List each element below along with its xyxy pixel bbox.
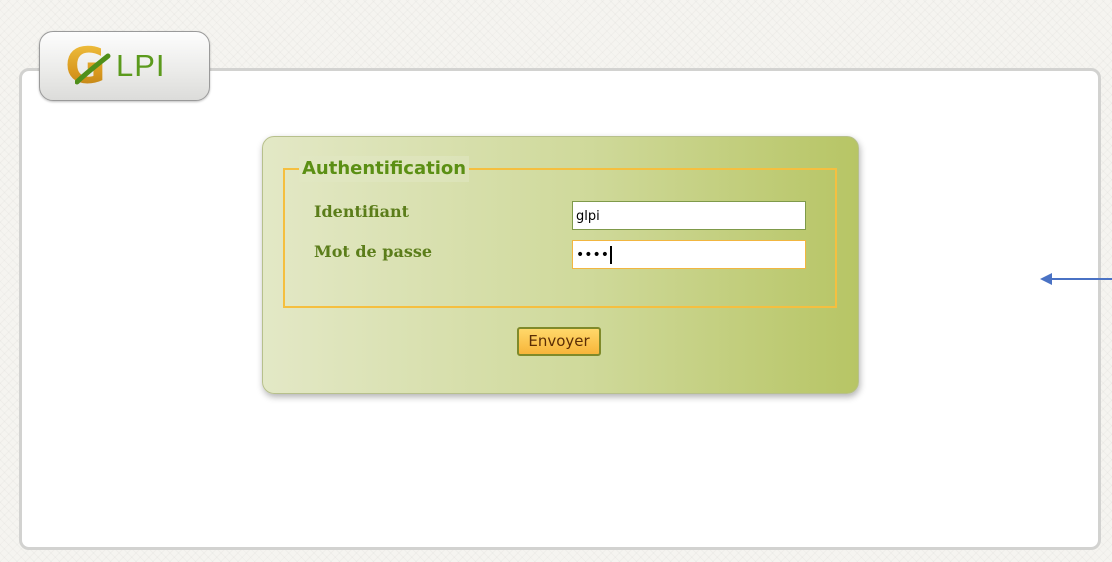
authentication-fieldset <box>283 168 837 308</box>
arrow-left-icon <box>1040 273 1112 285</box>
fieldset-legend: Authentification <box>299 156 470 182</box>
login-field-value: glpi <box>576 209 600 224</box>
password-field[interactable]: •••• <box>572 240 806 269</box>
glpi-logo: G LPI <box>39 31 210 101</box>
login-label: Identifiant <box>314 202 409 221</box>
logo-wordmark: LPI <box>116 48 166 83</box>
password-field-value: •••• <box>576 247 610 263</box>
logo-swoosh-icon <box>75 53 111 85</box>
password-label: Mot de passe <box>314 242 433 261</box>
text-caret <box>610 246 613 264</box>
login-field[interactable]: glpi <box>572 201 806 230</box>
submit-button[interactable]: Envoyer <box>517 327 601 356</box>
